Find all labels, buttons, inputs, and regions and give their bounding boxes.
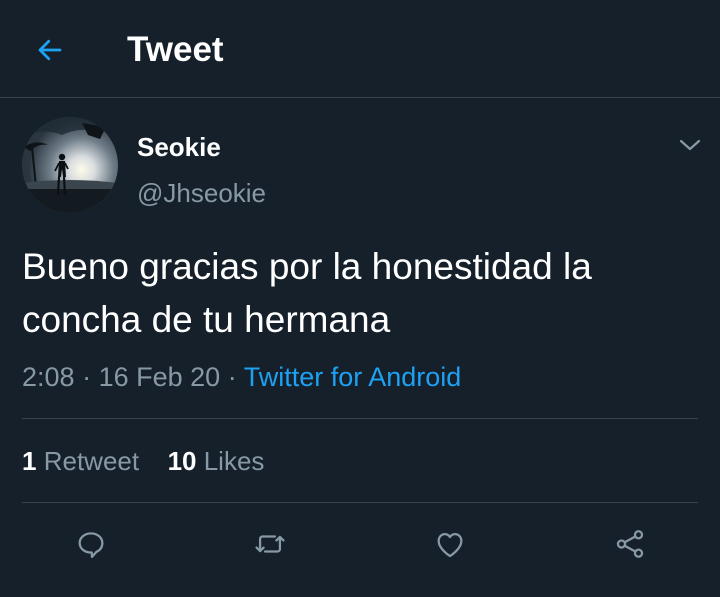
retweet-button[interactable] (248, 522, 292, 566)
tweet-source-link[interactable]: Twitter for Android (244, 362, 462, 392)
share-icon (616, 530, 644, 558)
page-title: Tweet (127, 30, 224, 69)
tweet-meta: 2:08 · 16 Feb 20 · Twitter for Android (22, 361, 461, 393)
tweet-time: 2:08 (22, 362, 75, 392)
likes-count: 10 (167, 446, 197, 476)
likes-label: Likes (203, 446, 265, 476)
like-icon (437, 532, 463, 558)
tweet-text: Bueno gracias por la honestidad la conch… (22, 246, 592, 340)
arrow-left-icon (38, 39, 62, 61)
likes-stat[interactable]: 10 Likes (168, 445, 265, 477)
tweet-stats: 1 Retweet 10 Likes (22, 445, 264, 477)
chevron-down-icon (679, 139, 701, 151)
meta-separator: · (227, 362, 237, 392)
divider (22, 502, 698, 503)
retweet-icon (255, 535, 285, 553)
author-handle[interactable]: @Jhseokie (137, 178, 266, 208)
like-button[interactable] (428, 522, 472, 566)
divider (22, 418, 698, 419)
reply-icon (78, 532, 104, 559)
meta-separator: · (82, 362, 92, 392)
tweet-date: 16 Feb 20 (98, 362, 221, 392)
tweet-detail-screen: Tweet Seokie @Jhseokie Bueno gracias por… (0, 0, 720, 597)
share-button[interactable] (608, 522, 652, 566)
retweets-count: 1 (22, 446, 37, 476)
avatar-image (22, 117, 118, 213)
retweets-stat[interactable]: 1 Retweet (22, 445, 139, 477)
avatar[interactable] (22, 117, 118, 213)
tweet-options-button[interactable] (672, 130, 708, 160)
author-display-name[interactable]: Seokie (137, 132, 221, 162)
top-app-bar: Tweet (0, 0, 720, 98)
retweets-label: Retweet (43, 446, 140, 476)
reply-button[interactable] (69, 522, 113, 566)
back-button[interactable] (28, 28, 72, 72)
